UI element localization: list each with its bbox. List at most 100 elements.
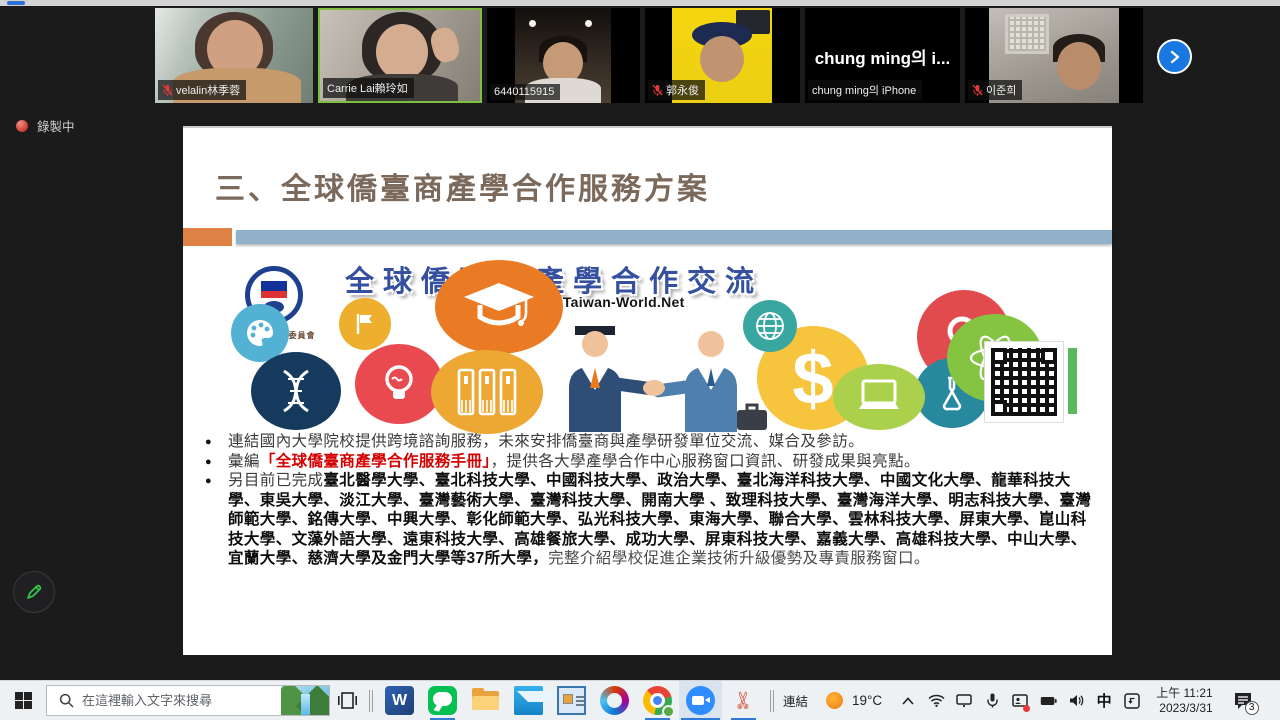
start-button[interactable] bbox=[0, 681, 46, 720]
qr-corner bbox=[991, 348, 1007, 364]
laptop-icon bbox=[833, 364, 925, 430]
show-hidden-icons-button[interactable] bbox=[896, 681, 920, 720]
person-silhouette bbox=[700, 36, 744, 82]
notification-center-button[interactable]: 3 bbox=[1223, 681, 1263, 720]
participant-tile-video-off[interactable]: chung ming의 i... chung ming의 iPhone bbox=[805, 8, 960, 103]
slide-banner-graphic: 中華民國僑務委員會 全球僑臺商產學合作交流 https://IA.Taiwan-… bbox=[223, 256, 1083, 432]
touch-keyboard-button[interactable] bbox=[1120, 681, 1144, 720]
wifi-status[interactable] bbox=[924, 681, 948, 720]
participant-tile[interactable]: 6440115915 bbox=[487, 8, 640, 103]
participant-name-chip: chung ming의 iPhone bbox=[808, 80, 922, 100]
bullet-text: ，提供各大學產學合作中心服務窗口資訊、研發成果與亮點。 bbox=[491, 453, 920, 470]
taskbar-app-snipping-tool[interactable]: ✄ bbox=[722, 681, 765, 720]
file-explorer-icon bbox=[471, 686, 500, 715]
person-silhouette bbox=[376, 24, 428, 80]
participant-tile[interactable]: 郭永俊 bbox=[645, 8, 800, 103]
taskbar-app-zoom[interactable] bbox=[679, 681, 722, 720]
participant-name: 6440115915 bbox=[494, 86, 554, 98]
bullet-marker: ● bbox=[205, 472, 212, 492]
windows-logo-icon bbox=[15, 692, 32, 709]
dollar-glyph: $ bbox=[792, 336, 833, 421]
windows-taskbar: W ✄ 連結 19°C bbox=[0, 680, 1280, 720]
taskbar-app-word[interactable]: W bbox=[378, 681, 421, 720]
handbook-highlight: 「全球僑臺商產學合作服務手冊」 bbox=[260, 453, 491, 470]
taskbar-app-mail[interactable] bbox=[507, 681, 550, 720]
taskbar-app-chrome[interactable] bbox=[636, 681, 679, 720]
accent-blue-bar bbox=[236, 230, 1112, 244]
taskbar-separator bbox=[364, 681, 378, 720]
microphone-icon bbox=[987, 693, 998, 708]
weather-widget[interactable]: 19°C bbox=[818, 692, 896, 709]
bullet-item: ● 另目前已完成臺北醫學大學、臺北科技大學、中國科技大學、政治大學、臺北海洋科技… bbox=[195, 471, 1098, 569]
wifi-icon bbox=[928, 694, 945, 707]
ime-label: 中 bbox=[1097, 690, 1112, 711]
control-panel-icon bbox=[557, 686, 586, 715]
search-icon bbox=[59, 693, 74, 708]
recording-indicator[interactable]: 錄製中 bbox=[16, 116, 75, 135]
recording-red-dot bbox=[1023, 705, 1030, 712]
pencil-icon bbox=[24, 582, 44, 602]
participant-strip: velalin林季蓉 Carrie Lai賴玲如 bbox=[0, 6, 1280, 106]
task-view-button[interactable] bbox=[330, 681, 364, 720]
slide-accent-bar bbox=[183, 228, 1112, 246]
links-label: 連結 bbox=[783, 695, 808, 709]
participant-tile[interactable]: 이준희 bbox=[965, 8, 1143, 103]
bullet-marker: ● bbox=[205, 453, 212, 473]
sun-icon bbox=[826, 692, 843, 709]
taskbar-app-office[interactable] bbox=[593, 681, 636, 720]
cast-display-status[interactable] bbox=[952, 681, 976, 720]
lightbulb-icon bbox=[355, 344, 443, 424]
participant-name: Carrie Lai賴玲如 bbox=[327, 80, 408, 96]
volume-status[interactable] bbox=[1064, 681, 1088, 720]
bullet-item: ● 連結國內大學院校提供跨境諮詢服務，未來安排僑臺商與產學研發單位交流、媒合及參… bbox=[195, 432, 1098, 452]
search-highlight-image[interactable] bbox=[281, 686, 329, 715]
snipping-tool-icon: ✄ bbox=[729, 686, 758, 715]
background-light bbox=[529, 20, 536, 27]
search-input[interactable] bbox=[82, 693, 281, 708]
taskbar-app-control-panel[interactable] bbox=[550, 681, 593, 720]
line-icon bbox=[428, 686, 457, 715]
bullet-marker: ● bbox=[205, 433, 212, 453]
screen-share-status[interactable] bbox=[1008, 681, 1032, 720]
bullet-text: 連結國內大學院校提供跨境諮詢服務，未來安排僑臺商與產學研發單位交流、媒合及參訪。 bbox=[228, 433, 864, 450]
banner-green-bar bbox=[1068, 348, 1077, 414]
taskbar-app-line[interactable] bbox=[421, 681, 464, 720]
shared-slide: 三、全球僑臺商產學合作服務方案 中華民國僑務委員會 全球僑臺商產學合作交流 ht… bbox=[183, 126, 1112, 655]
next-participants-button[interactable] bbox=[1157, 39, 1192, 74]
background-light bbox=[585, 20, 592, 27]
flag-icon bbox=[339, 298, 391, 350]
ceiling-vent bbox=[1005, 14, 1049, 54]
battery-status[interactable] bbox=[1036, 681, 1060, 720]
slide-bullet-list: ● 連結國內大學院校提供跨境諮詢服務，未來安排僑臺商與產學研發單位交流、媒合及參… bbox=[195, 432, 1098, 569]
taskbar-clock[interactable]: 上午 11:21 2023/3/31 bbox=[1144, 686, 1222, 716]
task-view-icon bbox=[338, 692, 357, 709]
taiwan-flag-icon bbox=[261, 281, 287, 298]
chrome-profile-badge bbox=[662, 705, 675, 718]
zoom-icon bbox=[686, 686, 715, 715]
ime-indicator[interactable]: 中 bbox=[1092, 681, 1116, 720]
participant-tile[interactable]: velalin林季蓉 bbox=[155, 8, 313, 103]
chrome-icon bbox=[643, 686, 672, 715]
qr-code bbox=[985, 342, 1063, 422]
zoom-meeting-screen: velalin林季蓉 Carrie Lai賴玲如 bbox=[0, 0, 1280, 720]
chevron-up-icon bbox=[902, 697, 914, 705]
participant-name-chip: velalin林季蓉 bbox=[158, 80, 246, 100]
participant-tile-active-speaker[interactable]: Carrie Lai賴玲如 bbox=[318, 8, 482, 103]
annotate-button[interactable] bbox=[13, 571, 55, 613]
bullet-text: 彙編 bbox=[228, 453, 260, 470]
bullet-text: 完整介紹學校促進企業技術升級優勢及專責服務窗口。 bbox=[548, 550, 930, 567]
participant-name: velalin林季蓉 bbox=[176, 82, 240, 98]
handshake-businessmen-illustration bbox=[541, 326, 767, 432]
muted-mic-icon bbox=[652, 84, 663, 97]
taskbar-app-file-explorer[interactable] bbox=[464, 681, 507, 720]
taskbar-search[interactable] bbox=[46, 685, 330, 716]
system-tray: 中 bbox=[896, 681, 1144, 720]
participant-big-name: chung ming의 i... bbox=[805, 44, 960, 69]
participant-name: 郭永俊 bbox=[666, 82, 699, 98]
links-toolbar[interactable]: 連結 bbox=[779, 691, 818, 710]
office-icon bbox=[600, 686, 629, 715]
microphone-status[interactable] bbox=[980, 681, 1004, 720]
server-racks-icon bbox=[431, 350, 543, 434]
accent-orange-block bbox=[183, 228, 232, 246]
globe-icon bbox=[743, 300, 797, 352]
